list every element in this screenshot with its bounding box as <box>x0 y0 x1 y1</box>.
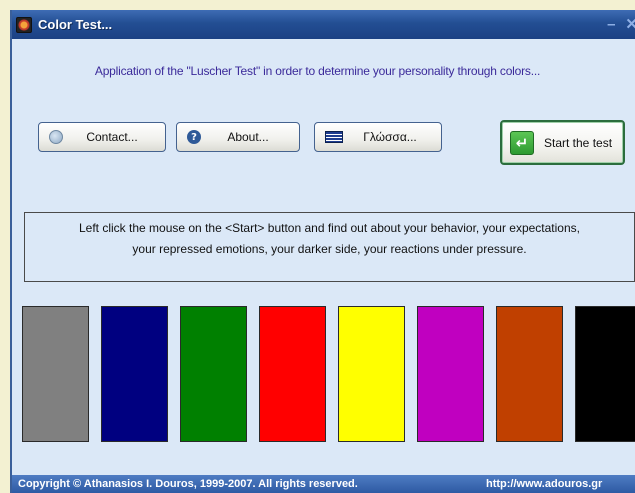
app-subtitle: Application of the "Luscher Test" in ord… <box>94 64 541 78</box>
enter-arrow-icon: ↵ <box>510 130 534 155</box>
app-icon <box>16 16 32 33</box>
language-label: Γλώσσα... <box>363 130 417 144</box>
color-swatch-black[interactable] <box>575 306 635 442</box>
about-label: About... <box>227 130 269 144</box>
start-test-button[interactable]: ↵ Start the test <box>500 120 625 165</box>
window-controls: – ✕ <box>597 10 635 39</box>
color-swatch-yellow[interactable] <box>338 306 405 442</box>
color-swatch-grey[interactable] <box>22 306 89 442</box>
color-swatches <box>12 306 635 442</box>
contact-button[interactable]: Contact... <box>38 122 166 152</box>
color-swatch-violet[interactable] <box>417 306 484 442</box>
color-swatch-brown[interactable] <box>496 306 563 442</box>
globe-icon <box>49 130 63 144</box>
app-window: Color Test... – ✕ Application of the "Lu… <box>10 10 635 493</box>
status-bar: Copyright © Athanasios I. Douros, 1999-2… <box>12 475 635 493</box>
window-title: Color Test... <box>38 17 113 32</box>
question-icon: ? <box>187 130 201 144</box>
contact-label: Contact... <box>86 130 138 144</box>
color-swatch-green[interactable] <box>180 306 247 442</box>
website-link[interactable]: http://www.adouros.gr <box>486 478 602 490</box>
title-bar[interactable]: Color Test... – ✕ <box>12 10 635 39</box>
color-swatch-dark-blue[interactable] <box>101 306 168 442</box>
language-button[interactable]: Γλώσσα... <box>314 122 442 152</box>
start-test-label: Start the test <box>544 135 613 150</box>
copyright-text: Copyright © Athanasios I. Douros, 1999-2… <box>18 478 358 490</box>
instructions-line-2: your repressed emotions, your darker sid… <box>132 242 527 256</box>
minimize-button[interactable]: – <box>607 17 615 32</box>
close-button[interactable]: ✕ <box>625 17 635 32</box>
greek-flag-icon <box>325 131 343 143</box>
instructions-line-1: Left click the mouse on the <Start> butt… <box>79 221 580 235</box>
instructions-box: Left click the mouse on the <Start> butt… <box>24 212 635 282</box>
color-swatch-red[interactable] <box>259 306 326 442</box>
about-button[interactable]: ? About... <box>176 122 300 152</box>
